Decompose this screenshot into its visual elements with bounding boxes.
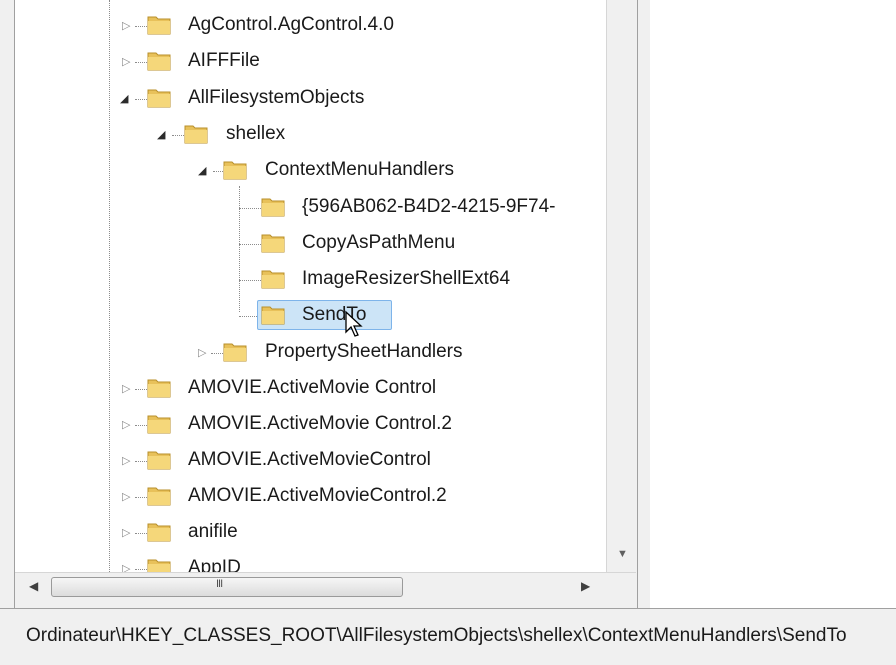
tree-connector xyxy=(239,208,261,209)
tree-connector xyxy=(239,316,257,317)
tree-item-label: AgControl.AgControl.4.0 xyxy=(188,14,394,35)
folder-icon xyxy=(261,231,285,253)
tree-item-guid[interactable]: {596AB062-B4D2-4215-9F74- xyxy=(15,190,606,224)
folder-icon xyxy=(147,376,171,398)
vertical-scrollbar[interactable]: ▼ xyxy=(606,0,637,572)
folder-icon xyxy=(261,195,285,217)
expand-icon[interactable]: ▷ xyxy=(198,346,206,359)
tree-item-agcontrol[interactable]: ▷ AgControl.AgControl.4.0 xyxy=(15,8,595,42)
tree-connector xyxy=(135,425,147,426)
expand-icon[interactable]: ▷ xyxy=(122,55,130,68)
registry-tree-pane[interactable]: ▷ AgControl.AgControl.4.0 ▷ AIFFFile ◢ A… xyxy=(15,0,606,572)
tree-item-label: AllFilesystemObjects xyxy=(188,87,365,108)
tree-connector xyxy=(213,171,223,172)
collapse-icon[interactable]: ◢ xyxy=(198,164,206,177)
tree-item-label: CopyAsPathMenu xyxy=(302,232,456,253)
tree-item-allfilesystemobjects[interactable]: ◢ AllFilesystemObjects xyxy=(15,81,595,115)
tree-connector xyxy=(135,62,147,63)
tree-item-label: shellex xyxy=(226,123,286,144)
tree-item-imageresizer[interactable]: ImageResizerShellExt64 xyxy=(15,262,595,296)
folder-icon xyxy=(223,340,247,362)
status-bar: Ordinateur\HKEY_CLASSES_ROOT\AllFilesyst… xyxy=(0,608,896,665)
tree-connector xyxy=(239,244,261,245)
horizontal-scroll-thumb[interactable]: III xyxy=(51,577,403,597)
tree-item-aifffile[interactable]: ▷ AIFFFile xyxy=(15,44,595,78)
folder-icon xyxy=(261,303,285,325)
folder-icon xyxy=(147,448,171,470)
tree-item-label: anifile xyxy=(188,521,238,542)
folder-icon xyxy=(147,412,171,434)
expand-icon[interactable]: ▷ xyxy=(122,526,130,539)
scroll-down-arrow-icon[interactable]: ▼ xyxy=(617,548,628,560)
registry-editor-window: ▷ AgControl.AgControl.4.0 ▷ AIFFFile ◢ A… xyxy=(0,0,896,665)
folder-icon xyxy=(261,267,285,289)
tree-item-label: ImageResizerShellExt64 xyxy=(302,268,511,289)
collapse-icon[interactable]: ◢ xyxy=(157,128,165,141)
expand-icon[interactable]: ▷ xyxy=(122,418,130,431)
tree-connector xyxy=(135,497,147,498)
tree-item-copyaspathmenu[interactable]: CopyAsPathMenu xyxy=(15,226,595,260)
scroll-left-arrow-icon[interactable]: ◀ xyxy=(29,579,38,593)
folder-icon xyxy=(184,122,208,144)
values-pane[interactable] xyxy=(650,0,896,608)
window-left-border xyxy=(0,0,15,608)
tree-item-amovie-2[interactable]: ▷ AMOVIE.ActiveMovie Control.2 xyxy=(15,407,595,441)
tree-connector xyxy=(211,353,223,354)
expand-icon[interactable]: ▷ xyxy=(122,382,130,395)
scroll-thumb-grip: III xyxy=(216,578,223,590)
tree-connector xyxy=(109,0,110,572)
tree-item-contextmenuhandlers[interactable]: ◢ ContextMenuHandlers xyxy=(15,153,595,187)
tree-item-appid[interactable]: ▷ AppID xyxy=(15,551,595,572)
folder-icon xyxy=(147,484,171,506)
expand-icon[interactable]: ▷ xyxy=(122,454,130,467)
folder-icon xyxy=(223,158,247,180)
tree-item-shellex[interactable]: ◢ shellex xyxy=(15,117,595,151)
registry-key-path: Ordinateur\HKEY_CLASSES_ROOT\AllFilesyst… xyxy=(26,625,847,646)
tree-item-propertysheethandlers[interactable]: ▷ PropertySheetHandlers xyxy=(15,335,595,369)
tree-connector xyxy=(135,569,147,570)
tree-item-label: AMOVIE.ActiveMovieControl.2 xyxy=(188,485,447,506)
tree-connector xyxy=(172,135,184,136)
expand-icon[interactable]: ▷ xyxy=(122,19,130,32)
tree-item-label: AIFFFile xyxy=(188,50,260,71)
tree-item-label: {596AB062-B4D2-4215-9F74- xyxy=(302,196,556,217)
expand-icon[interactable]: ▷ xyxy=(122,562,130,572)
tree-item-label: AppID xyxy=(188,557,241,572)
tree-item-amovie-3[interactable]: ▷ AMOVIE.ActiveMovieControl xyxy=(15,443,595,477)
tree-item-anifile[interactable]: ▷ anifile xyxy=(15,515,595,549)
tree-item-amovie-4[interactable]: ▷ AMOVIE.ActiveMovieControl.2 xyxy=(15,479,595,513)
folder-icon xyxy=(147,556,171,572)
tree-item-label: ContextMenuHandlers xyxy=(265,159,455,180)
tree-connector xyxy=(135,533,147,534)
pane-splitter[interactable] xyxy=(637,0,651,608)
tree-connector xyxy=(135,389,147,390)
collapse-icon[interactable]: ◢ xyxy=(120,92,128,105)
tree-item-label: AMOVIE.ActiveMovie Control xyxy=(188,377,437,398)
tree-item-label: PropertySheetHandlers xyxy=(265,341,463,362)
folder-icon xyxy=(147,49,171,71)
expand-icon[interactable]: ▷ xyxy=(122,490,130,503)
tree-item-label: AMOVIE.ActiveMovie Control.2 xyxy=(188,413,452,434)
tree-connector xyxy=(239,280,261,281)
tree-connector xyxy=(135,461,147,462)
horizontal-scrollbar[interactable]: ◀ III ▶ xyxy=(15,572,636,601)
tree-connector xyxy=(135,26,147,27)
scroll-right-arrow-icon[interactable]: ▶ xyxy=(581,579,590,593)
mouse-cursor-icon xyxy=(345,310,363,337)
folder-icon xyxy=(147,13,171,35)
tree-item-amovie-1[interactable]: ▷ AMOVIE.ActiveMovie Control xyxy=(15,371,595,405)
tree-item-sendto[interactable]: SendTo xyxy=(15,298,595,332)
tree-connector xyxy=(135,99,147,100)
tree-item-label: AMOVIE.ActiveMovieControl xyxy=(188,449,431,470)
folder-icon xyxy=(147,520,171,542)
folder-icon xyxy=(147,86,171,108)
